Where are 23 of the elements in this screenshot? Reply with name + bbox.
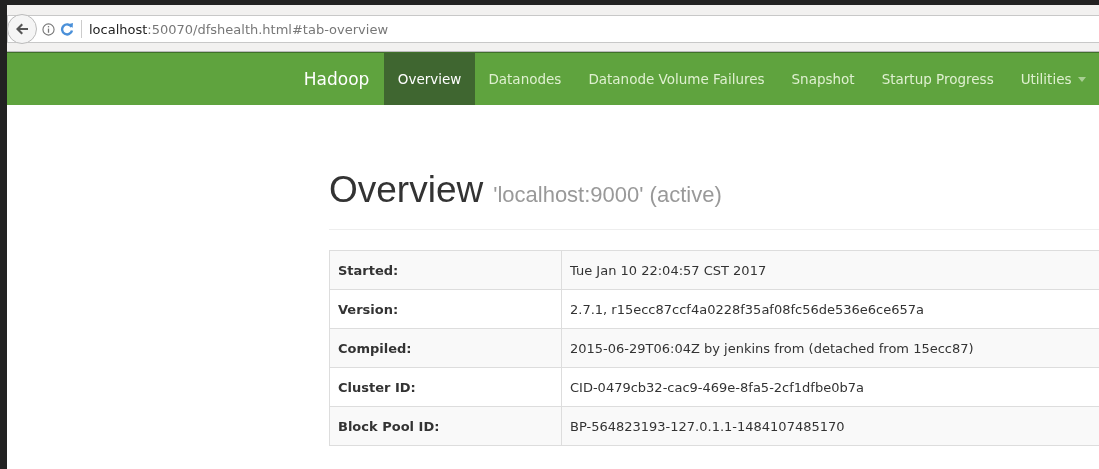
- table-cell: Cluster ID:: [329, 367, 562, 407]
- table-cell: Compiled:: [329, 328, 562, 368]
- url-host: localhost: [89, 21, 148, 37]
- url-path: :50070/dfshealth.html#tab-overview: [147, 21, 389, 37]
- reload-icon[interactable]: [60, 22, 74, 36]
- back-button[interactable]: [7, 14, 37, 44]
- nav-link[interactable]: Snapshot: [778, 53, 869, 105]
- nav-link[interactable]: Datanodes: [474, 53, 575, 105]
- table-cell: Started:: [329, 250, 562, 290]
- table-cell: Version:: [329, 289, 562, 329]
- back-arrow-icon: [14, 21, 30, 37]
- nav-link[interactable]: Overview: [384, 53, 475, 105]
- nav-link[interactable]: Datanode Volume Failures: [574, 53, 779, 105]
- caret-icon: [1077, 76, 1086, 82]
- table-cell: Block Pool ID:: [329, 406, 562, 446]
- brand-link[interactable]: Hadoop: [288, 53, 385, 105]
- page-title: Overview: [329, 169, 484, 211]
- page-subtitle: 'localhost:9000' (active): [493, 182, 722, 208]
- nav-link[interactable]: Startup Progress: [868, 53, 1008, 105]
- info-icon[interactable]: [42, 22, 55, 36]
- table-cell: Tue Jan 10 22:04:57 CST 2017: [561, 250, 1099, 290]
- address-bar[interactable]: localhost:50070/dfshealth.html#tab-overview: [7, 15, 1099, 43]
- nav-link[interactable]: Utilities: [1007, 53, 1099, 105]
